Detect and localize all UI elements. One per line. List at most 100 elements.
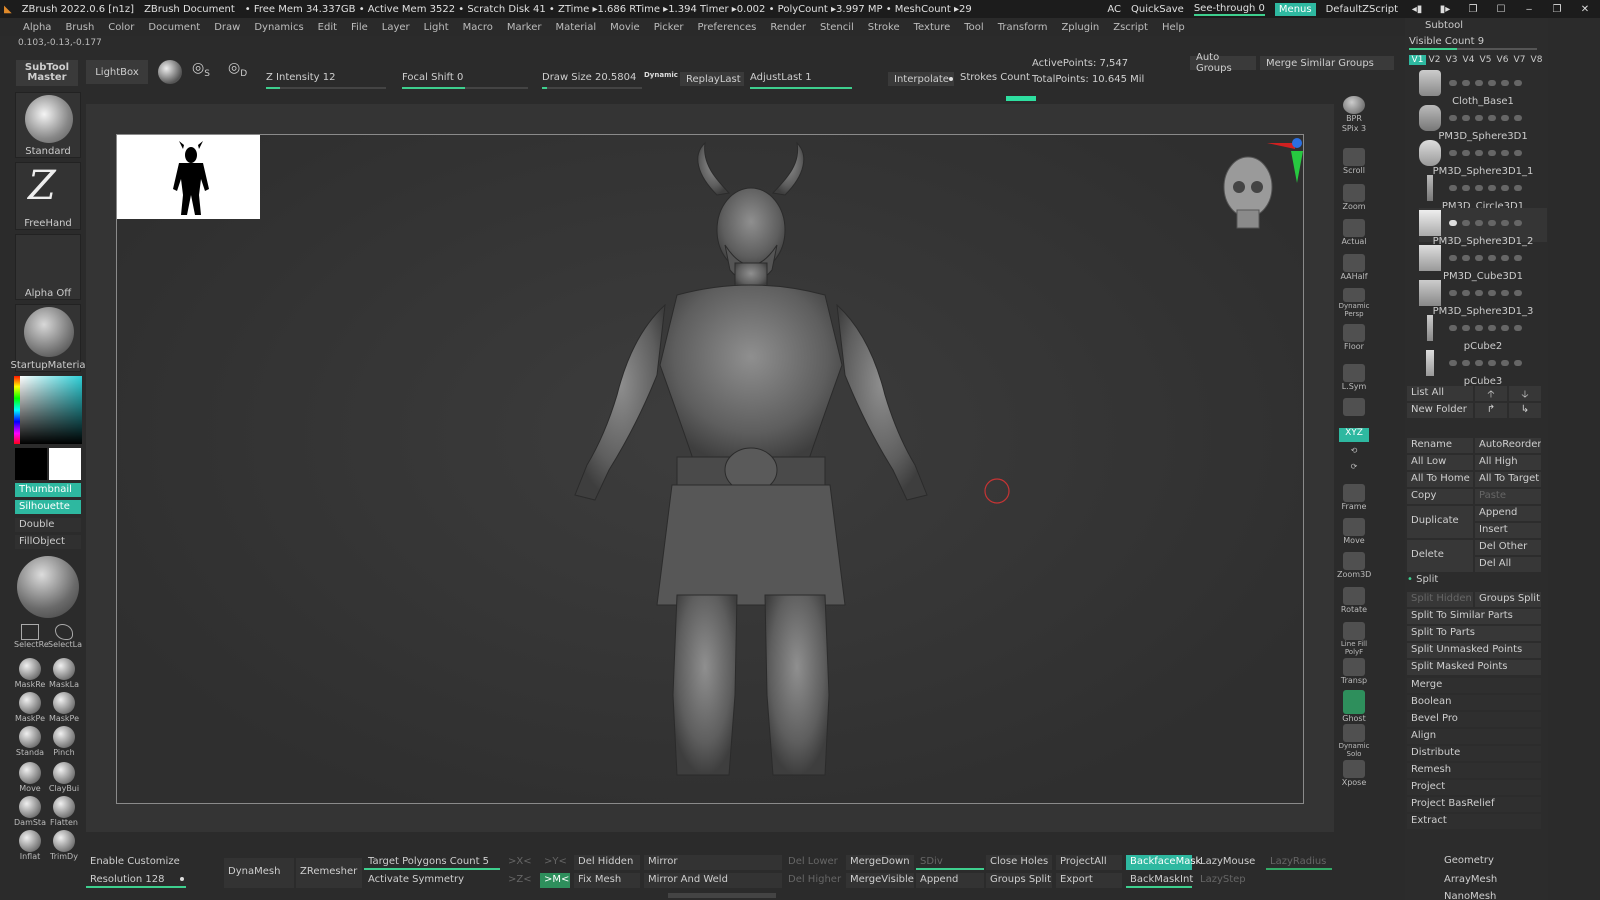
- polyf-button[interactable]: Line Fill PolyF: [1337, 622, 1371, 656]
- zoom-button[interactable]: Zoom: [1337, 184, 1371, 214]
- floor-button[interactable]: Floor: [1337, 324, 1371, 354]
- arraymesh-section[interactable]: ArrayMesh: [1444, 874, 1497, 885]
- menu-macro[interactable]: Macro: [456, 22, 500, 33]
- bpr-render-button[interactable]: BPR: [1337, 96, 1371, 126]
- xyz-rotate-button[interactable]: XYZ: [1339, 428, 1369, 442]
- del-lower-button[interactable]: Del Lower: [784, 855, 844, 870]
- new-folder-button[interactable]: New Folder: [1407, 403, 1473, 418]
- remesh-section[interactable]: Remesh: [1407, 763, 1541, 778]
- subtool-toggles[interactable]: [1449, 220, 1522, 226]
- symmetry-y-toggle[interactable]: >Y<: [540, 855, 570, 870]
- version-tab-v7[interactable]: V7: [1511, 55, 1528, 65]
- move-down-button[interactable]: 🡣: [1509, 386, 1541, 401]
- aahalf-button[interactable]: AAHalf: [1337, 254, 1371, 284]
- menu-brush[interactable]: Brush: [58, 22, 101, 33]
- menu-help[interactable]: Help: [1155, 22, 1192, 33]
- menu-color[interactable]: Color: [101, 22, 141, 33]
- brush-trimdynamic[interactable]: TrimDy: [48, 830, 80, 862]
- subtool-row-5-selected[interactable]: PM3D_Sphere3D1_2: [1419, 208, 1547, 247]
- version-tab-v4[interactable]: V4: [1460, 55, 1477, 65]
- split-section-header[interactable]: • Split: [1407, 574, 1438, 585]
- color-picker[interactable]: [14, 376, 82, 444]
- project-section[interactable]: Project: [1407, 780, 1541, 795]
- eye-icon[interactable]: [1514, 325, 1522, 331]
- layout-icon[interactable]: ◂▮: [1408, 4, 1426, 15]
- sphere-material-icon[interactable]: [158, 60, 182, 84]
- all-to-target-button[interactable]: All To Target: [1475, 472, 1541, 487]
- target-polygons-slider[interactable]: Target Polygons Count 5: [364, 855, 500, 870]
- subtool-toggles[interactable]: [1449, 255, 1522, 261]
- all-high-button[interactable]: All High: [1475, 455, 1541, 470]
- subtool-row-1[interactable]: Cloth_Base1: [1419, 68, 1547, 107]
- move-up-button[interactable]: 🡡: [1475, 386, 1507, 401]
- autoreorder-button[interactable]: AutoReorder: [1475, 438, 1541, 453]
- adjust-last-slider[interactable]: AdjustLast 1: [750, 72, 852, 89]
- eye-icon[interactable]: [1514, 150, 1522, 156]
- menu-movie[interactable]: Movie: [603, 22, 647, 33]
- draw-size-slider[interactable]: Draw Size 20.5804: [542, 72, 642, 89]
- activate-symmetry-button[interactable]: Activate Symmetry: [364, 873, 500, 888]
- copy-button[interactable]: Copy: [1407, 489, 1473, 504]
- all-low-button[interactable]: All Low: [1407, 455, 1473, 470]
- boolean-section[interactable]: Boolean: [1407, 695, 1541, 710]
- subtool-toggles[interactable]: [1449, 185, 1522, 191]
- dynamesh-button[interactable]: DynaMesh: [224, 858, 294, 888]
- geometry-section[interactable]: Geometry: [1444, 855, 1494, 866]
- bevel-pro-section[interactable]: Bevel Pro: [1407, 712, 1541, 727]
- brush-flatten[interactable]: Flatten: [48, 796, 80, 828]
- brush-select-rect[interactable]: SelectRe: [14, 624, 49, 656]
- actual-button[interactable]: Actual: [1337, 219, 1371, 249]
- menu-transform[interactable]: Transform: [991, 22, 1055, 33]
- version-tab-v6[interactable]: V6: [1494, 55, 1511, 65]
- del-hidden-button[interactable]: Del Hidden: [574, 855, 640, 870]
- subtool-master-button[interactable]: SubTool Master: [16, 60, 78, 86]
- backmask-int-slider[interactable]: BackMaskInt: [1126, 873, 1193, 888]
- move-view-button[interactable]: Move: [1337, 518, 1371, 548]
- symmetry-m-toggle[interactable]: >M<: [540, 873, 570, 888]
- focal-shift-slider[interactable]: Focal Shift 0: [402, 72, 528, 89]
- duplicate-button[interactable]: Duplicate: [1407, 506, 1473, 538]
- viewport-canvas[interactable]: [116, 134, 1304, 804]
- menu-render[interactable]: Render: [763, 22, 813, 33]
- interpolate-toggle[interactable]: Interpolate: [888, 72, 954, 86]
- zremesher-button[interactable]: ZRemesher: [296, 858, 362, 888]
- auto-groups-button[interactable]: Auto Groups: [1190, 52, 1256, 74]
- append-button[interactable]: Append: [1475, 506, 1541, 521]
- thumbnail-toggle[interactable]: Thumbnail: [15, 483, 81, 497]
- subtool-row-8[interactable]: pCube2: [1419, 313, 1547, 352]
- lazystep-slider[interactable]: LazyStep: [1196, 873, 1262, 888]
- ac-button[interactable]: AC: [1107, 4, 1121, 15]
- frame-button[interactable]: Frame: [1337, 484, 1371, 514]
- window-icon[interactable]: ☐: [1492, 4, 1510, 15]
- menu-edit[interactable]: Edit: [311, 22, 344, 33]
- eye-icon[interactable]: [1514, 115, 1522, 121]
- del-higher-button[interactable]: Del Higher: [784, 873, 844, 888]
- menu-marker[interactable]: Marker: [500, 22, 549, 33]
- ghost-button[interactable]: Ghost: [1337, 690, 1371, 723]
- dynamic-toggle[interactable]: Dynamic: [644, 71, 678, 79]
- brush-mask-pen-2[interactable]: MaskPe: [48, 692, 80, 724]
- groups-split-bottom-button[interactable]: Groups Split: [986, 873, 1052, 888]
- z-intensity-slider[interactable]: Z Intensity 12: [266, 72, 386, 89]
- rename-button[interactable]: Rename: [1407, 438, 1473, 453]
- enable-customize-button[interactable]: Enable Customize: [86, 855, 220, 870]
- secondary-color-swatch[interactable]: [49, 448, 81, 480]
- restore-icon[interactable]: ❐: [1548, 4, 1566, 15]
- subtool-row-7[interactable]: PM3D_Sphere3D1_3: [1419, 278, 1547, 317]
- folder-down-icon[interactable]: ↳: [1509, 403, 1541, 418]
- solo-button[interactable]: Dynamic Solo: [1337, 724, 1371, 758]
- alpha-off-tile[interactable]: Alpha Off: [15, 234, 81, 300]
- extract-section[interactable]: Extract: [1407, 814, 1541, 829]
- menu-stroke[interactable]: Stroke: [861, 22, 907, 33]
- spix-slider[interactable]: SPix 3: [1337, 124, 1371, 138]
- close-icon[interactable]: ✕: [1576, 4, 1594, 15]
- brush-move[interactable]: Move: [14, 762, 46, 794]
- sdiv-slider[interactable]: SDiv: [916, 855, 984, 870]
- quicksave-button[interactable]: QuickSave: [1131, 4, 1184, 15]
- project-basrelief-section[interactable]: Project BasRelief: [1407, 797, 1541, 812]
- merge-similar-groups-button[interactable]: Merge Similar Groups: [1260, 56, 1394, 70]
- export-button[interactable]: Export: [1056, 873, 1122, 888]
- subtool-toggles[interactable]: [1449, 80, 1522, 86]
- subtool-toggles[interactable]: [1449, 150, 1522, 156]
- distribute-section[interactable]: Distribute: [1407, 746, 1541, 761]
